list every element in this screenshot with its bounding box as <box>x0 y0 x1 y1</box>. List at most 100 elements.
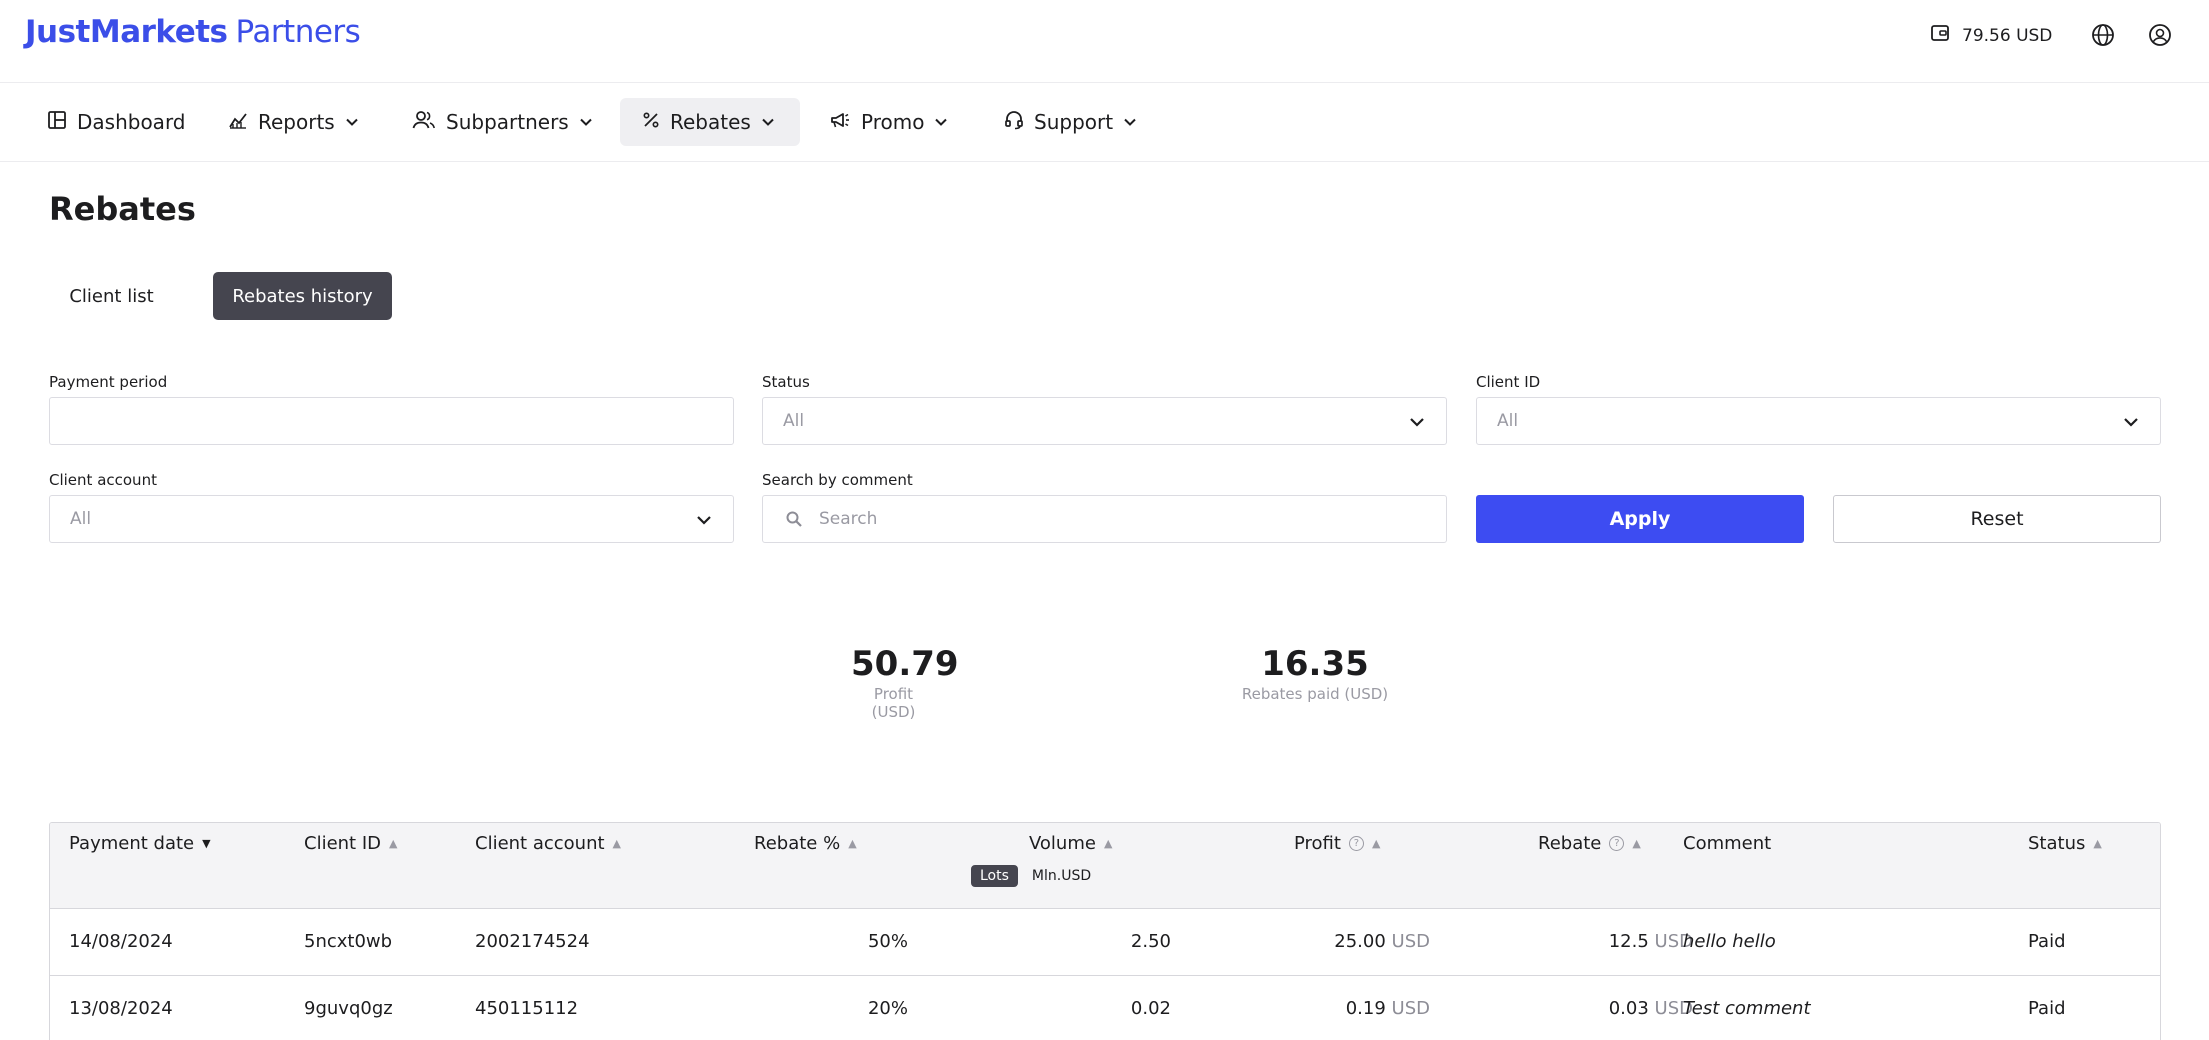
nav-subpartners-label: Subpartners <box>446 110 569 134</box>
table-row: 14/08/2024 5ncxt0wb 2002174524 50% 2.50 … <box>50 909 2160 976</box>
rebates-paid-label: Rebates paid (USD) <box>1241 685 1389 703</box>
payment-period-input[interactable] <box>49 397 734 445</box>
logo-suffix: Partners <box>235 14 361 50</box>
client-account-value: All <box>70 509 92 529</box>
chevron-down-icon <box>2122 413 2140 436</box>
main-nav: Dashboard Reports Subpartners Rebates Pr… <box>0 84 2209 162</box>
cell-profit: 25.00 USD <box>1250 931 1430 952</box>
unit-lots-button[interactable]: Lots <box>971 865 1018 887</box>
rebates-table: Payment date ▼ Client ID ▲ Client accoun… <box>49 822 2161 1040</box>
search-placeholder: Search <box>819 509 878 529</box>
col-profit[interactable]: Profit ? ▲ <box>1294 833 1380 854</box>
status-label: Status <box>762 373 810 391</box>
payment-period-label: Payment period <box>49 373 168 391</box>
nav-support-label: Support <box>1034 110 1114 134</box>
unit-mln-usd-button[interactable]: Mln.USD <box>1032 868 1091 884</box>
cell-payment-date: 14/08/2024 <box>69 931 173 952</box>
cell-volume: 0.02 <box>1130 998 1171 1019</box>
col-payment-date-label: Payment date <box>69 833 195 854</box>
dashboard-icon <box>47 110 67 135</box>
apply-button[interactable]: Apply <box>1476 495 1804 543</box>
col-client-account-label: Client account <box>475 833 605 854</box>
balance-display[interactable]: 79.56 USD <box>1930 23 2052 48</box>
cell-client-id: 9guvq0gz <box>304 998 393 1019</box>
nav-rebates[interactable]: Rebates <box>620 98 800 146</box>
col-status-label: Status <box>2028 833 2086 854</box>
chart-icon <box>228 110 248 135</box>
col-rebate-pct-label: Rebate % <box>754 833 841 854</box>
status-value: All <box>783 411 805 431</box>
cell-client-account: 450115112 <box>475 998 579 1019</box>
cell-comment: hello hello <box>1683 931 1776 952</box>
help-icon[interactable]: ? <box>1348 836 1364 851</box>
nav-support[interactable]: Support <box>982 98 1159 146</box>
search-comment-field[interactable]: Search <box>762 495 1447 543</box>
currency-label: USD <box>1391 931 1430 952</box>
top-header: JustMarkets Partners 79.56 USD <box>0 0 2209 83</box>
reset-button[interactable]: Reset <box>1833 495 2161 543</box>
cell-rebate-pct: 20% <box>867 998 908 1019</box>
col-rebate[interactable]: Rebate ? ▲ <box>1538 833 1641 854</box>
cell-status: Paid <box>2028 931 2066 952</box>
currency-label: USD <box>1391 998 1430 1019</box>
sort-asc-icon: ▲ <box>1632 837 1641 850</box>
sort-asc-icon: ▲ <box>1103 837 1113 850</box>
cell-payment-date: 13/08/2024 <box>69 998 173 1019</box>
help-icon[interactable]: ? <box>1609 836 1625 851</box>
cell-comment: Test comment <box>1683 998 1811 1019</box>
search-comment-label: Search by comment <box>762 471 913 489</box>
client-account-label: Client account <box>49 471 157 489</box>
chevron-down-icon <box>345 110 359 134</box>
client-id-value: All <box>1497 411 1519 431</box>
col-client-id-label: Client ID <box>304 833 382 854</box>
nav-dashboard-label: Dashboard <box>77 110 186 134</box>
tab-rebates-history[interactable]: Rebates history <box>213 272 392 320</box>
user-icon[interactable] <box>2147 22 2173 48</box>
client-account-select[interactable]: All <box>49 495 734 543</box>
client-id-label: Client ID <box>1476 373 1541 391</box>
globe-icon[interactable] <box>2090 22 2116 48</box>
logo[interactable]: JustMarkets Partners <box>25 14 361 50</box>
sort-asc-icon: ▲ <box>389 837 398 850</box>
col-rebate-pct[interactable]: Rebate % ▲ <box>754 833 857 854</box>
cell-client-account: 2002174524 <box>475 931 590 952</box>
megaphone-icon <box>829 110 851 135</box>
col-volume[interactable]: Volume ▲ <box>1029 833 1112 854</box>
profit-summary: 50.79 Profit (USD) <box>851 643 959 721</box>
tab-client-list[interactable]: Client list <box>49 272 174 320</box>
cell-rebate-value: 0.03 <box>1608 998 1649 1019</box>
nav-subpartners[interactable]: Subpartners <box>390 98 615 146</box>
col-comment: Comment <box>1683 833 1771 854</box>
col-status[interactable]: Status ▲ <box>2028 833 2102 854</box>
nav-promo[interactable]: Promo <box>807 98 970 146</box>
users-icon <box>412 110 436 135</box>
wallet-icon <box>1930 23 1950 48</box>
table-header: Payment date ▼ Client ID ▲ Client accoun… <box>50 823 2160 909</box>
col-profit-label: Profit <box>1294 833 1341 854</box>
page-title: Rebates <box>49 190 196 228</box>
client-id-select[interactable]: All <box>1476 397 2161 445</box>
cell-profit: 0.19 USD <box>1250 998 1430 1019</box>
cell-rebate-value: 12.5 <box>1608 931 1649 952</box>
nav-dashboard[interactable]: Dashboard <box>25 98 208 146</box>
sort-desc-icon: ▼ <box>202 837 211 850</box>
sort-asc-icon: ▲ <box>2093 837 2102 850</box>
logo-brand: JustMarkets <box>25 14 228 50</box>
col-client-account[interactable]: Client account ▲ <box>475 833 621 854</box>
cell-rebate-pct: 50% <box>867 931 908 952</box>
col-volume-label: Volume <box>1029 833 1096 854</box>
chevron-down-icon <box>761 110 775 134</box>
col-client-id[interactable]: Client ID ▲ <box>304 833 397 854</box>
volume-unit-toggle[interactable]: Lots Mln.USD <box>971 865 1091 887</box>
col-payment-date[interactable]: Payment date ▼ <box>69 833 211 854</box>
balance-amount: 79.56 USD <box>1962 25 2053 46</box>
table-row: 13/08/2024 9guvq0gz 450115112 20% 0.02 0… <box>50 976 2160 1040</box>
nav-reports[interactable]: Reports <box>206 98 381 146</box>
chevron-down-icon <box>934 110 948 134</box>
profit-label: Profit (USD) <box>871 685 916 721</box>
headset-icon <box>1004 110 1024 135</box>
status-select[interactable]: All <box>762 397 1447 445</box>
cell-client-id: 5ncxt0wb <box>304 931 393 952</box>
cell-volume: 2.50 <box>1130 931 1171 952</box>
chevron-down-icon <box>695 511 713 534</box>
